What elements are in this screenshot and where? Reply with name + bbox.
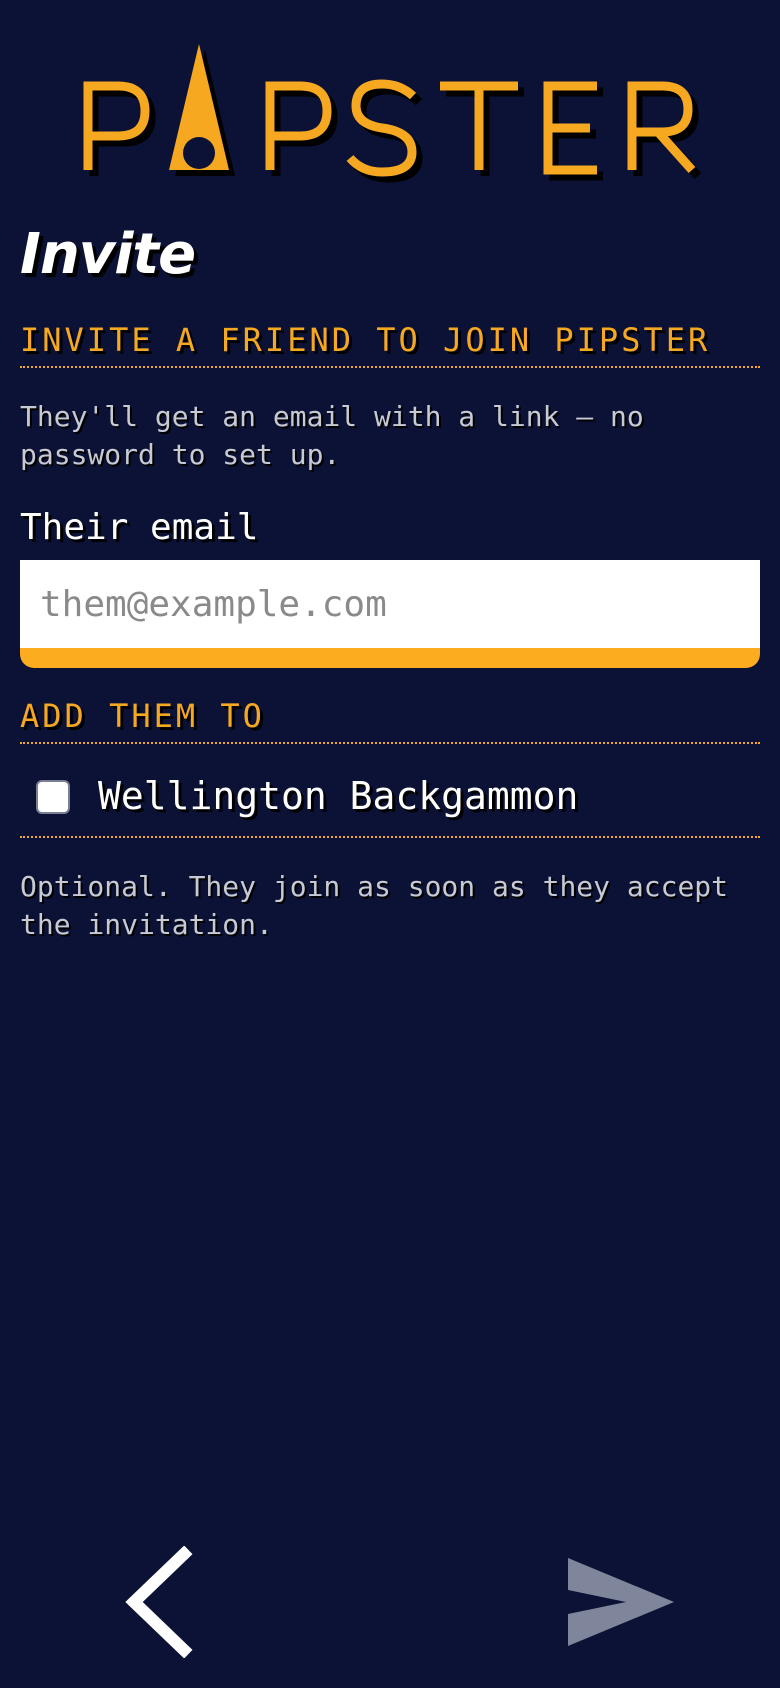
teams-note: Optional. They join as soon as they acce… [20,870,729,941]
teams-heading: ADD THEM TO [20,697,265,735]
email-label: Their email [20,507,259,548]
send-arrow-icon[interactable] [566,1556,676,1648]
teams-divider-top [20,742,760,744]
email-field[interactable] [20,560,760,648]
page-title: Invite [20,222,196,287]
pipster-logo [83,44,702,183]
team-checkbox[interactable] [36,780,70,814]
invite-heading: INVITE A FRIEND TO JOIN PIPSTER [20,321,711,359]
chevron-left-icon[interactable] [122,1546,202,1658]
invite-description: They'll get an email with a link — no pa… [20,400,644,471]
invite-divider [20,366,760,368]
teams-divider-bottom [20,836,760,838]
team-label: Wellington Backgammon [98,774,579,818]
team-option-wellington-backgammon[interactable]: Wellington Backgammon [20,758,760,836]
email-field-wrapper [20,560,760,668]
